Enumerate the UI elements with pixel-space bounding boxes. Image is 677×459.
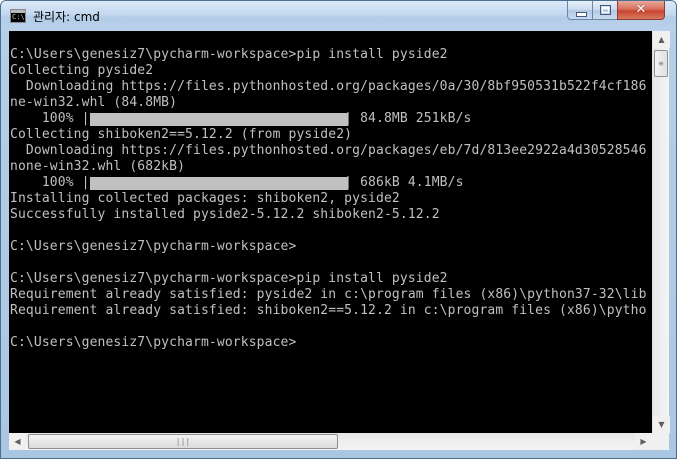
scroll-right-button[interactable]: ▶ — [635, 433, 652, 450]
console-line: Downloading https://files.pythonhosted.o… — [10, 143, 647, 158]
minimize-icon — [576, 12, 587, 17]
console-line: C:\Users\genesiz7\pycharm-workspace> — [10, 239, 297, 254]
console-line: Installing collected packages: shiboken2… — [10, 191, 400, 206]
vertical-scroll-thumb[interactable]: ≡ — [654, 50, 668, 77]
arrow-up-icon: ▲ — [658, 35, 665, 44]
console-line: Downloading https://files.pythonhosted.o… — [10, 79, 647, 94]
arrow-down-icon: ▼ — [658, 420, 665, 429]
window-title: 관리자: cmd — [33, 10, 100, 24]
horizontal-scroll-thumb[interactable]: ||| — [28, 434, 338, 449]
download-progress-bar — [90, 113, 348, 126]
vertical-scrollbar[interactable]: ▲ ≡ ▼ — [652, 31, 670, 433]
console-line: Requirement already satisfied: pyside2 i… — [10, 287, 647, 302]
grip-icon: ||| — [175, 437, 191, 446]
console-line: ne-win32.whl (84.8MB) — [10, 95, 178, 110]
console-line: Collecting pyside2 — [10, 63, 154, 78]
horizontal-scrollbar[interactable]: ◀ ||| ▶ — [9, 433, 652, 450]
close-icon: ✕ — [635, 2, 647, 17]
console-line: Successfully installed pyside2-5.12.2 sh… — [10, 207, 440, 222]
console-output[interactable]: C:\Users\genesiz7\pycharm-workspace>pip … — [9, 31, 652, 433]
cmd-icon-text: C:\ — [12, 13, 25, 21]
scroll-up-button[interactable]: ▲ — [653, 31, 670, 48]
console-line: Collecting shiboken2==5.12.2 (from pysid… — [10, 127, 353, 142]
console-line: C:\Users\genesiz7\pycharm-workspace>pip … — [10, 47, 448, 62]
cmd-window: C:\ 관리자: cmd ✕ C:\Users\genesiz7\pycharm… — [0, 0, 677, 459]
console-line: C:\Users\genesiz7\pycharm-workspace>pip … — [10, 271, 448, 286]
scroll-left-button[interactable]: ◀ — [9, 433, 26, 450]
close-button[interactable]: ✕ — [617, 1, 665, 20]
maximize-button[interactable] — [592, 1, 618, 20]
arrow-right-icon: ▶ — [640, 437, 647, 446]
scrollbar-corner — [652, 433, 669, 450]
scroll-down-button[interactable]: ▼ — [653, 416, 670, 433]
title-bar[interactable]: C:\ 관리자: cmd ✕ — [1, 1, 676, 31]
console-line: Requirement already satisfied: shiboken2… — [10, 303, 647, 318]
minimize-button[interactable] — [567, 1, 593, 20]
console-line: none-win32.whl (682kB) — [10, 159, 186, 174]
maximize-icon — [600, 5, 611, 15]
download-progress-bar — [90, 177, 348, 190]
console-line: C:\Users\genesiz7\pycharm-workspace> — [10, 335, 297, 350]
arrow-left-icon: ◀ — [14, 437, 21, 446]
grip-icon: ≡ — [658, 59, 664, 68]
cmd-console-icon[interactable]: C:\ — [10, 9, 26, 23]
